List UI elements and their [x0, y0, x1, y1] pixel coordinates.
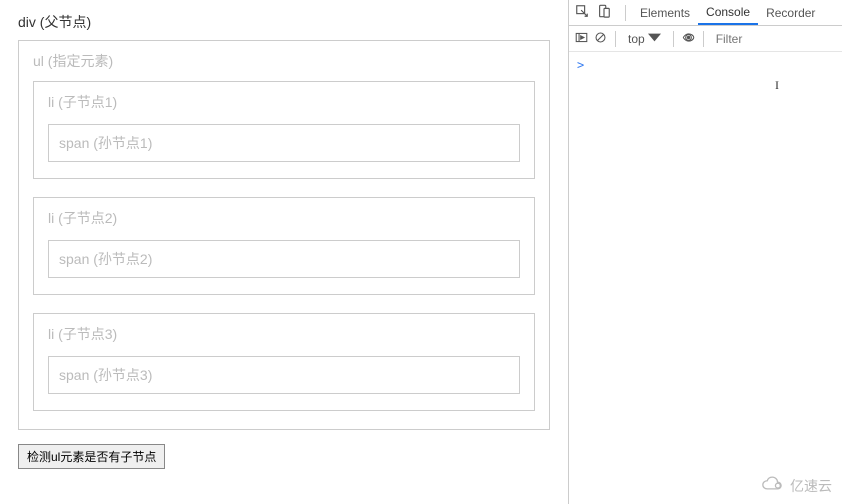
devtools-panel: Elements Console Recorder top > I [568, 0, 842, 504]
toolbar-separator [615, 31, 616, 47]
span-box: span (孙节点2) [48, 240, 520, 278]
console-prompt: > [577, 58, 584, 72]
tab-elements[interactable]: Elements [632, 0, 698, 25]
li-label: li (子节点3) [48, 324, 520, 344]
device-toggle-icon[interactable] [597, 4, 611, 21]
li-label: li (子节点1) [48, 92, 520, 112]
text-cursor-icon: I [775, 78, 776, 92]
li-label: li (子节点2) [48, 208, 520, 228]
watermark: 亿速云 [760, 475, 832, 496]
cloud-icon [760, 475, 786, 496]
span-box: span (孙节点1) [48, 124, 520, 162]
inspect-icon[interactable] [575, 4, 589, 21]
ul-label: ul (指定元素) [33, 51, 535, 71]
li-box-2: li (子节点2) span (孙节点2) [33, 197, 535, 295]
chevron-down-icon [648, 31, 661, 47]
page-content: div (父节点) ul (指定元素) li (子节点1) span (孙节点1… [0, 0, 568, 504]
span-box: span (孙节点3) [48, 356, 520, 394]
tab-console[interactable]: Console [698, 0, 758, 25]
ul-box: ul (指定元素) li (子节点1) span (孙节点1) li (子节点2… [18, 40, 550, 430]
toolbar-separator [673, 31, 674, 47]
clear-console-icon[interactable] [594, 31, 607, 47]
watermark-text: 亿速云 [790, 476, 832, 496]
console-toolbar: top [569, 26, 842, 52]
check-children-button[interactable]: 检测ul元素是否有子节点 [18, 444, 165, 469]
context-dropdown[interactable]: top [624, 31, 665, 47]
tab-separator [625, 5, 626, 21]
console-body[interactable]: > I [569, 52, 842, 504]
div-parent-label: div (父节点) [18, 12, 550, 32]
li-box-1: li (子节点1) span (孙节点1) [33, 81, 535, 179]
filter-input[interactable] [712, 30, 812, 48]
context-label: top [628, 32, 645, 46]
live-expression-icon[interactable] [682, 31, 695, 47]
tab-recorder[interactable]: Recorder [758, 0, 823, 25]
li-box-3: li (子节点3) span (孙节点3) [33, 313, 535, 411]
devtools-tabs: Elements Console Recorder [569, 0, 842, 26]
sidebar-toggle-icon[interactable] [575, 31, 588, 47]
toolbar-separator [703, 31, 704, 47]
